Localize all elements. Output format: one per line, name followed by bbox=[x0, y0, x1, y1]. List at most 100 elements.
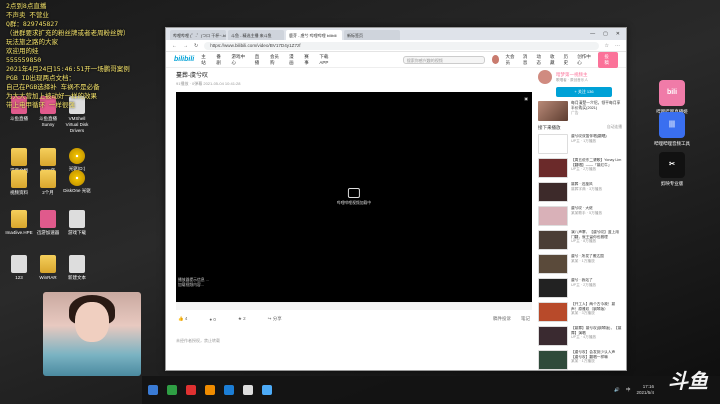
browser-tab[interactable]: 哔哩哔哩 (゜-゜)つロ 干杯~-bili bbox=[170, 30, 226, 40]
list-item[interactable]: 虞兮 · 我站了 UP主 · 2万播放 bbox=[538, 278, 622, 299]
forward-icon[interactable]: → bbox=[183, 43, 188, 49]
desktop-icon[interactable]: 2个月 bbox=[33, 170, 63, 196]
video-thumbnail bbox=[538, 350, 568, 370]
desktop-icon[interactable]: WinRAR bbox=[33, 255, 63, 281]
clock[interactable]: 17:16 2021/5/4 bbox=[636, 384, 654, 396]
desktop-icon[interactable]: 新建文本 bbox=[62, 255, 92, 281]
list-item[interactable]: 虞兮 · 所发了雅达国 某某 · 1万播放 bbox=[538, 254, 622, 275]
clock-date: 2021/5/4 bbox=[636, 390, 654, 395]
taskbar-app-icon[interactable] bbox=[167, 385, 177, 395]
taskbar-app-icon[interactable] bbox=[262, 385, 272, 395]
ad-card[interactable]: 每月清楚一介绍，领平每月享半价购买(2021) 广告 bbox=[538, 101, 622, 121]
taskbar-app-icon[interactable] bbox=[148, 385, 158, 395]
taskbar-app-icon[interactable] bbox=[205, 385, 215, 395]
taskbar-app-icon[interactable] bbox=[243, 385, 253, 395]
nav-right-link[interactable]: 动态 bbox=[536, 54, 544, 66]
nav-link[interactable]: 直播 bbox=[255, 54, 263, 66]
reload-icon[interactable]: ↻ bbox=[194, 43, 198, 49]
back-icon[interactable]: ← bbox=[172, 43, 177, 49]
bilibili-logo[interactable]: bilibili bbox=[174, 56, 194, 63]
video-thumbnail bbox=[538, 230, 568, 250]
nav-link[interactable]: 主站 bbox=[201, 54, 209, 66]
taskbar-app-icon[interactable] bbox=[186, 385, 196, 395]
player-corner-icon[interactable]: ▣ bbox=[524, 96, 528, 101]
desktop-icon[interactable]: ✂ 剪映专业版 bbox=[652, 152, 692, 187]
list-item[interactable]: 蔓葬 · 迟旋风 蔓葬字典 · 3万播放 bbox=[538, 182, 622, 203]
notes-link[interactable]: 笔记 bbox=[521, 316, 530, 322]
nav-right-link[interactable]: 收藏 bbox=[550, 54, 558, 66]
desktop-icon[interactable]: 123 bbox=[4, 255, 34, 281]
nav-link[interactable]: 赛事 bbox=[304, 54, 312, 66]
nav-right-link[interactable]: 消息 bbox=[523, 54, 531, 66]
list-item[interactable]: 【周五说东二婆歌】Yonay Lim【翻唱】——「蔓红牛」 UP主 · 2万播放 bbox=[538, 158, 622, 179]
nav-link[interactable]: 番剧 bbox=[216, 54, 224, 66]
list-item[interactable]: 【开工人】两个古今故！蔓声！原雅叹（钢琴版） 某某 · 3万播放 bbox=[538, 302, 622, 323]
list-item[interactable]: 【虞兮叹】会发到少认人声【虞兮叹】翻唱一样嘛 某某 · 1万播放 bbox=[538, 350, 622, 371]
nav-link[interactable]: 游戏中心 bbox=[232, 54, 248, 66]
uploader-avatar[interactable] bbox=[538, 70, 552, 84]
desktop-icon[interactable]: DiskOne 光驱 bbox=[62, 170, 92, 194]
taskbar-app-icon[interactable] bbox=[224, 385, 234, 395]
video-thumbnail bbox=[538, 278, 568, 298]
rec-sub: UP主 · 1万播放 bbox=[571, 138, 597, 143]
coin-button[interactable]: ● 0 bbox=[209, 317, 215, 322]
browser-tab[interactable]: 新标签页 bbox=[344, 30, 400, 40]
browser-tab-active[interactable]: 鹿芽 - 虞兮 哔哩哔哩 bilibili bbox=[286, 30, 342, 40]
url-input[interactable]: https://www.bilibili.com/video/BV17D4y1Z… bbox=[204, 41, 599, 50]
volume-icon[interactable]: 🔊 bbox=[614, 387, 620, 393]
desktop-icon[interactable]: Ima4live.HPE bbox=[4, 210, 34, 236]
nav-link[interactable]: 会员购 bbox=[270, 54, 282, 66]
like-button[interactable]: 👍 4 bbox=[178, 316, 187, 322]
overlay-line: PGB ID出现两点文档： bbox=[6, 74, 75, 82]
desktop-icon[interactable]: bili哔哩哔哩直播姬 bbox=[652, 80, 692, 115]
desktop-icon[interactable]: 迅游加速器 bbox=[33, 210, 63, 236]
overlay-line: 不声卖 不营业 bbox=[6, 11, 49, 19]
report-link[interactable]: 稿件投诉 bbox=[493, 316, 511, 322]
video-player[interactable]: ▣ 哔哩哔哩视频加载中 播放器提示信息 ... 加载视频内容... bbox=[176, 92, 532, 302]
search-input[interactable]: 搜索你感兴趣的视频 bbox=[402, 55, 485, 64]
video-thumbnail bbox=[538, 254, 568, 274]
rec-sub: 某某 · 3万播放 bbox=[571, 311, 595, 315]
rec-title: 虞兮叹双笛伴唱(翻唱) bbox=[571, 134, 607, 138]
player-tip-line: 加载视频内容... bbox=[178, 283, 204, 287]
desktop-icon[interactable]: ||| 哔哩哔哩音频工具 bbox=[652, 112, 692, 147]
douyu-watermark: 斗鱼 bbox=[668, 371, 708, 393]
language-indicator[interactable]: 中 bbox=[626, 387, 631, 393]
maximize-icon[interactable]: ▢ bbox=[603, 31, 608, 37]
favorite-button[interactable]: ★ 2 bbox=[238, 316, 246, 322]
favorite-count: 2 bbox=[243, 316, 246, 321]
minimize-icon[interactable]: — bbox=[590, 31, 595, 37]
nav-right-link[interactable]: 历史 bbox=[564, 54, 572, 66]
desktop-icon-label: 斗鱼直播Sunny bbox=[39, 116, 57, 127]
share-button[interactable]: ↪ 分享 bbox=[268, 316, 282, 322]
folder-icon bbox=[40, 148, 56, 166]
close-icon[interactable]: ✕ bbox=[616, 31, 620, 37]
desktop-icon-label: 迅游加速器 bbox=[36, 230, 60, 235]
menu-icon[interactable]: ⋯ bbox=[615, 43, 620, 49]
follow-button[interactable]: + 关注 136 bbox=[556, 87, 612, 97]
uploader-name[interactable]: 暗梦第一视频主 bbox=[556, 72, 588, 78]
upload-button[interactable]: 投稿 bbox=[598, 51, 619, 68]
desktop-icon[interactable]: 视频资料 bbox=[4, 170, 34, 196]
document-icon bbox=[69, 255, 85, 273]
nav-right-link[interactable]: 大会员 bbox=[505, 54, 516, 66]
rec-sub: UP主 · 2万播放 bbox=[571, 167, 597, 171]
overlay-line: Q群：829745827 bbox=[6, 20, 59, 28]
list-item[interactable]: 【蔓葬】蔓兮叹(钢琴版)，【蔓葬】演唱 UP主 · 4万播放 bbox=[538, 326, 622, 347]
nav-link[interactable]: 漫画 bbox=[289, 54, 297, 66]
star-icon[interactable]: ☆ bbox=[605, 43, 609, 49]
desktop-icon-label: 剪映专业版 bbox=[660, 181, 684, 186]
nav-link[interactable]: 下载APP bbox=[319, 54, 335, 65]
list-item[interactable]: 虞兮叹 · 大佬 某某歌手 · 5万播放 bbox=[538, 206, 622, 227]
browser-tab[interactable]: 斗鱼 - 精选主播 来斗鱼 bbox=[228, 30, 284, 40]
player-sending-bar[interactable] bbox=[176, 302, 532, 310]
desktop-icon-label: 斗鱼直播 bbox=[10, 116, 28, 121]
list-item[interactable]: 虞兮叹双笛伴唱(翻唱) UP主 · 1万播放 bbox=[538, 134, 622, 155]
desktop-icon[interactable]: 光驱(D:) bbox=[62, 148, 92, 172]
avatar[interactable] bbox=[491, 55, 500, 64]
autoplay-toggle[interactable]: 自动连播 bbox=[607, 125, 622, 131]
desktop-icon[interactable]: 游戏下载 bbox=[62, 210, 92, 236]
list-item[interactable]: 演八声寨，【虞兮叹】蓝上用门翻，就王留你也雅理 UP主 · 8万播放 bbox=[538, 230, 622, 251]
uploader-row: 暗梦第一视频主 歌唱者 · 原创音乐人 bbox=[538, 70, 622, 84]
nav-right-link[interactable]: 创作中心 bbox=[577, 54, 592, 66]
